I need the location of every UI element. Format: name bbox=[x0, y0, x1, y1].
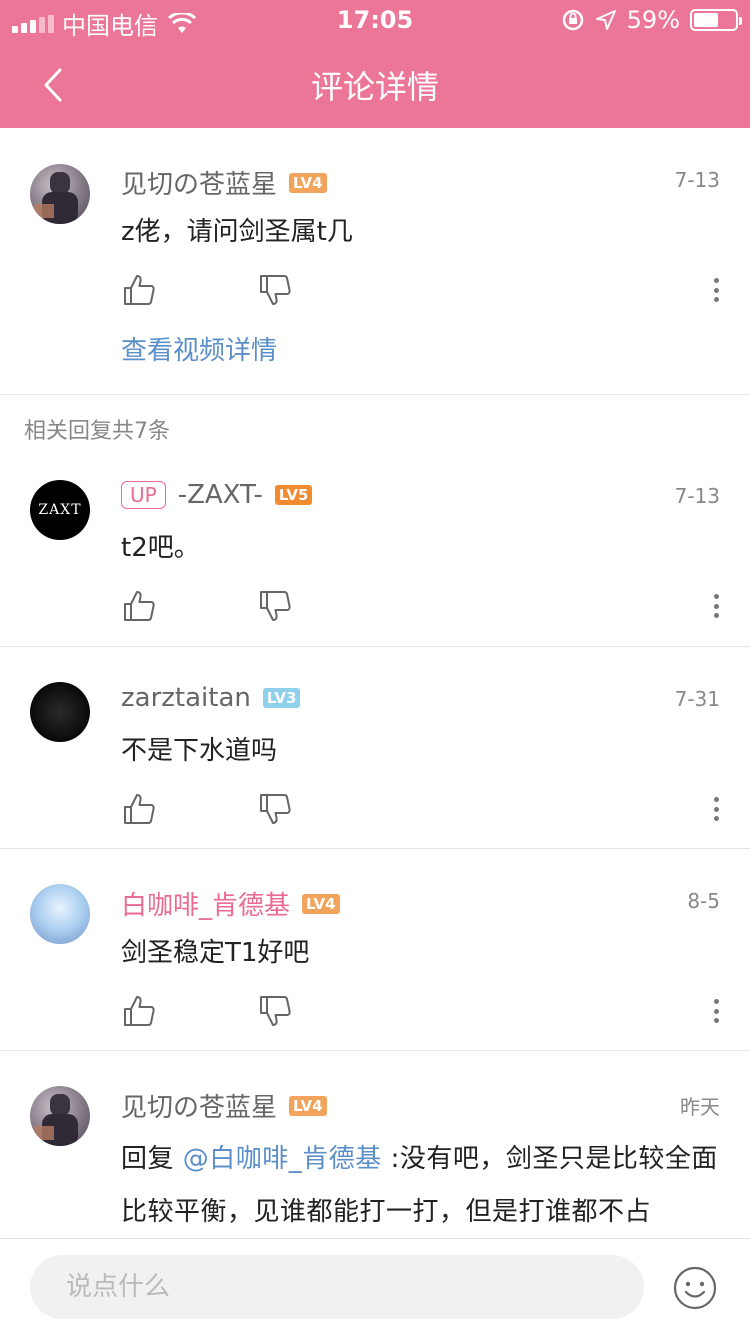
replies-count-label: 相关回复共7条 bbox=[24, 419, 170, 444]
level-badge: LV3 bbox=[262, 688, 301, 708]
comment-date: 7-13 bbox=[674, 484, 720, 508]
comment-date: 7-31 bbox=[674, 687, 720, 711]
dislike-icon[interactable] bbox=[257, 993, 293, 1029]
avatar[interactable] bbox=[30, 884, 90, 944]
battery-percent: 59% bbox=[626, 6, 680, 34]
comment-text: 不是下水道吗 bbox=[121, 736, 278, 766]
reply-item: 白咖啡_肯德基 LV4 8-5 剑圣稳定T1好吧 bbox=[0, 849, 750, 1051]
username[interactable]: zarztaitan bbox=[121, 683, 251, 713]
battery-icon bbox=[690, 9, 742, 31]
status-bar: 中国电信 17:05 59% bbox=[0, 0, 750, 40]
user-photo-icon bbox=[34, 1094, 78, 1146]
comment-text: z佬，请问剑圣属t几 bbox=[121, 217, 353, 247]
level-badge: LV4 bbox=[289, 172, 327, 193]
main-comment: 见切の苍蓝星 LV4 7-13 z佬，请问剑圣属t几 查看视频详情 bbox=[0, 128, 750, 395]
level-badge: LV5 bbox=[274, 485, 313, 505]
level-badge: LV4 bbox=[302, 893, 340, 914]
more-options-icon[interactable] bbox=[706, 993, 726, 1029]
comment-text: t2吧。 bbox=[121, 533, 200, 563]
page-title: 评论详情 bbox=[310, 68, 439, 106]
level-badge: LV4 bbox=[289, 1095, 327, 1116]
comment-date: 8-5 bbox=[687, 889, 720, 913]
like-icon[interactable] bbox=[121, 993, 157, 1029]
like-icon[interactable] bbox=[121, 272, 157, 308]
reply-item: zarztaitan LV3 7-31 不是下水道吗 bbox=[0, 647, 750, 849]
username[interactable]: 见切の苍蓝星 bbox=[121, 164, 277, 201]
comment-text: 回复 @白咖啡_肯德基 :没有吧，剑圣只是比较全面比较平衡，见谁都能打一打，但是… bbox=[121, 1133, 720, 1238]
username[interactable]: -ZAXT- bbox=[178, 480, 263, 510]
comment-actions bbox=[121, 791, 721, 827]
avatar[interactable]: ZAXT bbox=[30, 480, 90, 540]
comment-actions bbox=[121, 993, 721, 1029]
up-badge: UP bbox=[121, 481, 166, 509]
username[interactable]: 白咖啡_肯德基 bbox=[121, 885, 290, 922]
avatar[interactable] bbox=[30, 682, 90, 742]
comment-input[interactable]: 说点什么 bbox=[30, 1255, 644, 1319]
comment-list[interactable]: 见切の苍蓝星 LV4 7-13 z佬，请问剑圣属t几 查看视频详情 相关回复共7… bbox=[0, 128, 750, 1238]
like-icon[interactable] bbox=[121, 791, 157, 827]
mention-link[interactable]: @白咖啡_肯德基 bbox=[183, 1144, 382, 1174]
reply-prefix: 回复 bbox=[121, 1144, 175, 1174]
comment-input-bar: 说点什么 bbox=[0, 1238, 750, 1334]
dislike-icon[interactable] bbox=[257, 272, 293, 308]
view-video-link[interactable]: 查看视频详情 bbox=[121, 330, 277, 367]
comment-date: 昨天 bbox=[680, 1095, 720, 1119]
reply-item: ZAXT UP -ZAXT- LV5 7-13 t2吧。 bbox=[0, 458, 750, 647]
reply-item: 见切の苍蓝星 LV4 昨天 回复 @白咖啡_肯德基 :没有吧，剑圣只是比较全面比… bbox=[0, 1051, 750, 1238]
avatar[interactable] bbox=[30, 1086, 90, 1146]
comment-actions bbox=[121, 588, 721, 624]
user-photo-icon bbox=[34, 172, 78, 224]
dislike-icon[interactable] bbox=[257, 791, 293, 827]
avatar[interactable] bbox=[30, 164, 90, 224]
location-icon bbox=[595, 10, 616, 30]
comment-date: 7-13 bbox=[674, 168, 720, 192]
username[interactable]: 见切の苍蓝星 bbox=[121, 1087, 277, 1124]
like-icon[interactable] bbox=[121, 588, 157, 624]
comment-actions bbox=[121, 272, 721, 308]
rotation-lock-icon bbox=[562, 9, 583, 31]
emoji-icon[interactable] bbox=[672, 1265, 718, 1311]
more-options-icon[interactable] bbox=[706, 272, 726, 308]
header-bar: 中国电信 17:05 59% 评论详情 bbox=[0, 0, 750, 128]
more-options-icon[interactable] bbox=[706, 791, 726, 827]
avatar-logo-text: ZAXT bbox=[38, 502, 82, 518]
more-options-icon[interactable] bbox=[706, 588, 726, 624]
nav-bar: 评论详情 bbox=[0, 40, 750, 128]
comment-text: 剑圣稳定T1好吧 bbox=[121, 938, 310, 968]
dislike-icon[interactable] bbox=[257, 588, 293, 624]
